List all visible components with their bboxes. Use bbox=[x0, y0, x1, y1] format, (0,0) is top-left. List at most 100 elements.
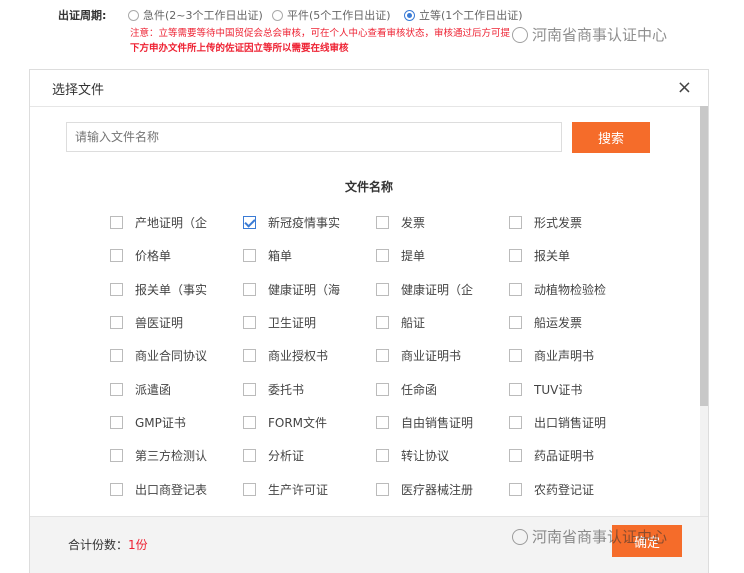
file-item[interactable]: 第三方检测认 bbox=[110, 439, 243, 472]
file-name: 动植物检验检 bbox=[534, 282, 606, 297]
scrollbar-thumb[interactable] bbox=[700, 106, 708, 406]
file-item[interactable]: 出口销售证明 bbox=[509, 406, 642, 439]
file-item[interactable]: 报关单（事实 bbox=[110, 273, 243, 306]
checkbox-icon[interactable] bbox=[376, 249, 389, 263]
checkbox-icon[interactable] bbox=[110, 216, 123, 230]
file-item[interactable]: 形式发票 bbox=[509, 206, 642, 239]
file-item[interactable]: 商业合同协议 bbox=[110, 339, 243, 372]
file-item[interactable]: 生产许可证 bbox=[243, 472, 376, 505]
file-item[interactable]: 提单 bbox=[376, 239, 509, 272]
radio-normal[interactable]: 平件(5个工作日出证) bbox=[272, 7, 391, 23]
checkbox-icon[interactable] bbox=[110, 482, 123, 496]
file-item[interactable]: 卫生证明 bbox=[243, 306, 376, 339]
file-name: 提单 bbox=[401, 249, 426, 264]
file-name: 商业证明书 bbox=[401, 349, 462, 364]
file-item[interactable]: 动植物检验检 bbox=[509, 273, 642, 306]
checkbox-icon[interactable] bbox=[243, 282, 256, 296]
file-name: 出口商登记表 bbox=[135, 482, 207, 497]
file-item[interactable]: 兽医证明 bbox=[110, 306, 243, 339]
checkbox-icon[interactable] bbox=[509, 482, 522, 496]
notice-text-bold: 下方申办文件所上传的佐证因立等所以需要在线审核 bbox=[130, 43, 349, 54]
checkbox-icon[interactable] bbox=[243, 249, 256, 263]
checkbox-icon[interactable] bbox=[110, 415, 123, 429]
search-input[interactable] bbox=[66, 122, 562, 152]
file-item[interactable]: TUV证书 bbox=[509, 372, 642, 405]
checkbox-icon[interactable] bbox=[110, 249, 123, 263]
checkbox-icon[interactable] bbox=[243, 449, 256, 463]
file-name: 发票 bbox=[401, 216, 426, 231]
checkbox-icon[interactable] bbox=[376, 382, 389, 396]
checkbox-icon[interactable] bbox=[376, 449, 389, 463]
checkbox-checked-icon[interactable] bbox=[243, 216, 256, 230]
watermark-bottom: 河南省商事认证中心 bbox=[512, 526, 667, 547]
radio-icon[interactable] bbox=[128, 9, 139, 21]
file-name: 出口销售证明 bbox=[534, 415, 606, 430]
file-item[interactable]: 商业声明书 bbox=[509, 339, 642, 372]
radio-immediate[interactable]: 立等(1个工作日出证) bbox=[404, 7, 523, 23]
file-item[interactable]: GMP证书 bbox=[110, 406, 243, 439]
file-item[interactable]: 分析证 bbox=[243, 439, 376, 472]
scrollbar[interactable] bbox=[700, 106, 708, 536]
file-name: 形式发票 bbox=[534, 216, 583, 231]
file-item[interactable]: 医疗器械注册 bbox=[376, 472, 509, 505]
file-name: 第三方检测认 bbox=[135, 449, 207, 464]
file-name: 委托书 bbox=[268, 382, 305, 397]
checkbox-icon[interactable] bbox=[509, 349, 522, 363]
file-item[interactable]: 报关单 bbox=[509, 239, 642, 272]
file-item[interactable]: 产地证明（企 bbox=[110, 206, 243, 239]
file-item[interactable]: FORM文件 bbox=[243, 406, 376, 439]
checkbox-icon[interactable] bbox=[110, 282, 123, 296]
close-icon[interactable]: × bbox=[677, 78, 692, 98]
checkbox-icon[interactable] bbox=[376, 216, 389, 230]
checkbox-icon[interactable] bbox=[509, 216, 522, 230]
file-item[interactable]: 转让协议 bbox=[376, 439, 509, 472]
checkbox-icon[interactable] bbox=[110, 349, 123, 363]
file-item[interactable]: 健康证明（海 bbox=[243, 273, 376, 306]
radio-selected-icon[interactable] bbox=[404, 9, 415, 21]
file-item[interactable]: 价格单 bbox=[110, 239, 243, 272]
file-item[interactable]: 发票 bbox=[376, 206, 509, 239]
checkbox-icon[interactable] bbox=[243, 415, 256, 429]
file-item[interactable]: 自由销售证明 bbox=[376, 406, 509, 439]
radio-urgent[interactable]: 急件(2~3个工作日出证) bbox=[128, 7, 263, 23]
file-item[interactable]: 船证 bbox=[376, 306, 509, 339]
checkbox-icon[interactable] bbox=[110, 382, 123, 396]
file-item[interactable]: 商业证明书 bbox=[376, 339, 509, 372]
file-item[interactable]: 派遣函 bbox=[110, 372, 243, 405]
checkbox-icon[interactable] bbox=[509, 249, 522, 263]
checkbox-icon[interactable] bbox=[376, 482, 389, 496]
checkbox-icon[interactable] bbox=[509, 382, 522, 396]
file-name: 自由销售证明 bbox=[401, 415, 473, 430]
checkbox-icon[interactable] bbox=[376, 316, 389, 330]
file-name: 健康证明（海 bbox=[268, 282, 340, 297]
file-item[interactable]: 出口商登记表 bbox=[110, 472, 243, 505]
search-button[interactable]: 搜索 bbox=[572, 122, 650, 153]
file-item[interactable]: 农药登记证 bbox=[509, 472, 642, 505]
checkbox-icon[interactable] bbox=[509, 282, 522, 296]
file-item[interactable]: 商业授权书 bbox=[243, 339, 376, 372]
checkbox-icon[interactable] bbox=[243, 482, 256, 496]
file-name: 新冠疫情事实 bbox=[268, 216, 340, 231]
file-name: 医疗器械注册 bbox=[401, 482, 473, 497]
checkbox-icon[interactable] bbox=[243, 316, 256, 330]
checkbox-icon[interactable] bbox=[376, 282, 389, 296]
checkbox-icon[interactable] bbox=[509, 415, 522, 429]
file-item[interactable]: 箱单 bbox=[243, 239, 376, 272]
file-item[interactable]: 药品证明书 bbox=[509, 439, 642, 472]
file-list: 产地证明（企 新冠疫情事实 发票 形式发票价格单 箱单 提单 报关单报关单（事实 健康证明（海… bbox=[110, 206, 670, 539]
checkbox-icon[interactable] bbox=[376, 415, 389, 429]
radio-icon[interactable] bbox=[272, 9, 283, 21]
checkbox-icon[interactable] bbox=[243, 382, 256, 396]
checkbox-icon[interactable] bbox=[110, 449, 123, 463]
checkbox-icon[interactable] bbox=[509, 449, 522, 463]
file-item[interactable]: 船运发票 bbox=[509, 306, 642, 339]
file-item[interactable]: 委托书 bbox=[243, 372, 376, 405]
checkbox-icon[interactable] bbox=[243, 349, 256, 363]
checkbox-icon[interactable] bbox=[509, 316, 522, 330]
checkbox-icon[interactable] bbox=[376, 349, 389, 363]
file-item[interactable]: 健康证明（企 bbox=[376, 273, 509, 306]
file-name: 药品证明书 bbox=[534, 449, 595, 464]
checkbox-icon[interactable] bbox=[110, 316, 123, 330]
file-item[interactable]: 新冠疫情事实 bbox=[243, 206, 376, 239]
file-item[interactable]: 任命函 bbox=[376, 372, 509, 405]
